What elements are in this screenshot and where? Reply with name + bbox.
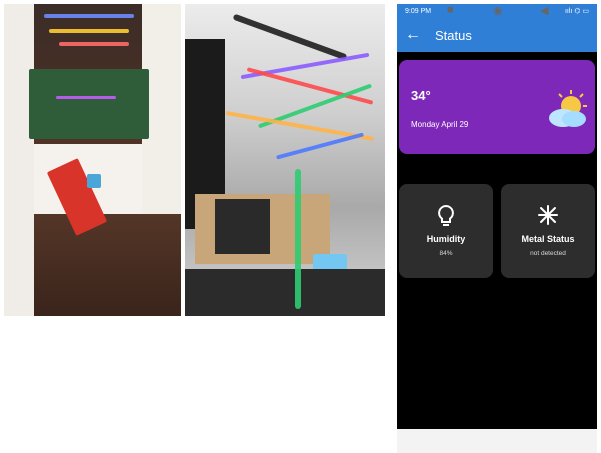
app-bar: ← Status [397,18,597,52]
photo-hardware-middle [185,4,385,316]
temperature: 34° [411,88,431,103]
system-nav-bar [397,429,597,453]
phone-screen: 9:09 PM ıılı ⌬ ▭ ← Status 34° Monday Apr… [397,4,597,449]
lightbulb-icon [399,204,493,233]
sun-behind-cloud-icon [549,90,587,127]
status-time: 9:09 PM [405,7,432,15]
snowflake-icon [501,204,595,231]
wire [44,14,134,18]
tile-value: not detected [530,250,566,257]
humidity-tile[interactable]: Humidity 84% [399,184,493,278]
wire-vertical [295,169,301,309]
recent-apps-button[interactable]: ■ [447,4,454,16]
table-edge [4,4,34,316]
connector-header [215,199,270,254]
back-button[interactable]: ◀ [540,4,548,17]
tile-title: Humidity [426,234,466,244]
wire [59,42,129,46]
home-button[interactable]: ◉ [493,4,503,17]
tile-title: Metal Status [521,234,575,244]
wire [240,52,370,80]
cable-bundle [185,269,385,316]
tile-value: 84% [439,250,453,257]
metal-status-tile[interactable]: Metal Status not detected [501,184,595,278]
wire [56,96,116,99]
wire [276,132,364,160]
wire [232,13,348,61]
photo-hardware-left [4,4,181,316]
wire [246,67,374,105]
snowflake-icon [538,205,558,225]
sensor-potentiometer [87,174,101,188]
arrow-left-icon[interactable]: ← [403,18,423,52]
raspberry-pi-board [29,69,149,139]
status-icons: ıılı ⌬ ▭ [564,8,589,15]
wire [49,29,129,33]
lightbulb-icon [438,204,454,226]
page-title: Status [435,27,472,43]
date-label: Monday April 29 [411,120,469,129]
